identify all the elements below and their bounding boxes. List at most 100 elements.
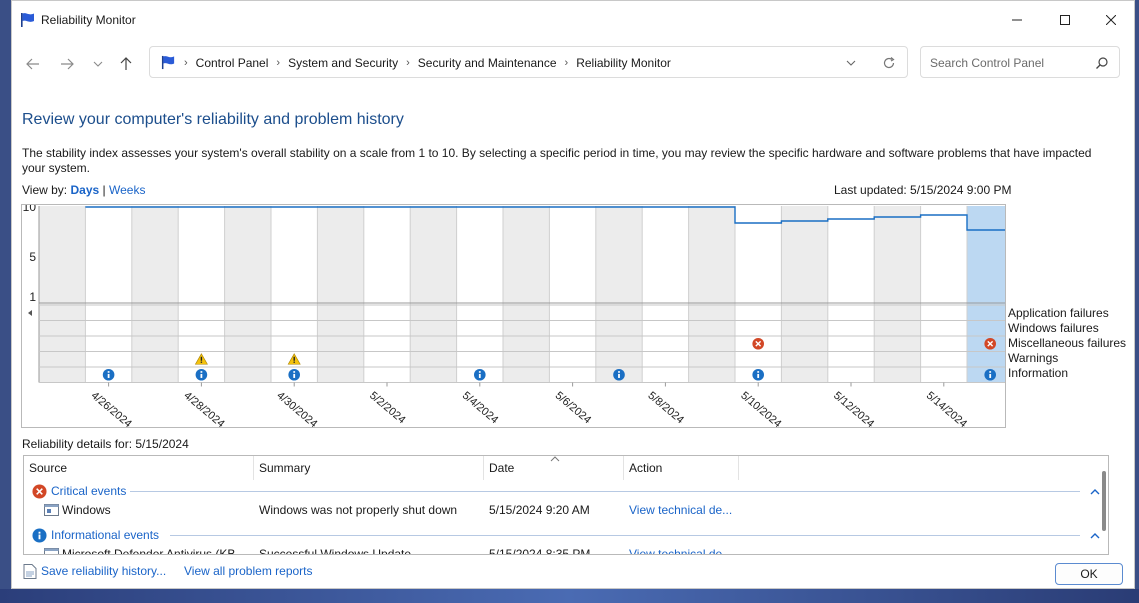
x-tick-label: 5/8/2024: [645, 390, 686, 427]
chevron-right-icon: ›: [276, 57, 281, 69]
view-technical-details-link[interactable]: View technical de...: [629, 547, 732, 554]
maximize-icon: [1060, 15, 1070, 25]
chart-column-4-29-2024: [224, 206, 271, 383]
warning-icon-dot: [293, 361, 295, 363]
reliability-chart[interactable]: 10 5 1 4/26/2024 4/28/2024 4/30/2024 5/2/2024 5…: [21, 200, 1026, 430]
back-button[interactable]: [22, 53, 44, 75]
sort-ascending-icon: [550, 456, 560, 462]
chart-column-5-6-2024: [549, 206, 596, 383]
page-title: Review your computer's reliability and p…: [22, 111, 404, 128]
address-dropdown-icon[interactable]: [846, 59, 856, 67]
breadcrumb-control-panel[interactable]: Control Panel: [196, 56, 269, 70]
view-weeks-link[interactable]: Weeks: [109, 183, 145, 197]
forward-button[interactable]: [56, 53, 78, 75]
legend-information: Information: [1008, 366, 1069, 380]
group-title-critical: Critical events: [51, 484, 127, 498]
chart-column-5-3-2024: [410, 206, 457, 383]
chart-column-5-4-2024: [456, 206, 503, 383]
close-button[interactable]: [1088, 1, 1134, 39]
view-all-problem-reports-link[interactable]: View all problem reports: [184, 564, 313, 578]
breadcrumb-system-and-security[interactable]: System and Security: [288, 56, 398, 70]
view-separator: |: [102, 183, 106, 197]
search-box[interactable]: Search Control Panel: [920, 46, 1120, 78]
refresh-icon[interactable]: [882, 56, 896, 70]
breadcrumb-reliability-monitor[interactable]: Reliability Monitor: [576, 56, 671, 70]
page-description: The stability index assesses your system…: [22, 146, 1092, 175]
x-tick-label: 5/6/2024: [553, 390, 594, 427]
x-tick-label: 4/26/2024: [89, 390, 134, 427]
desktop-background: [0, 589, 1139, 603]
chart-column-5-8-2024: [642, 206, 689, 383]
group-informational-events[interactable]: Informational events: [32, 526, 159, 544]
warning-icon-dot: [200, 361, 203, 363]
info-icon-dot: [293, 371, 296, 373]
column-action[interactable]: Action: [624, 456, 739, 480]
maximize-button[interactable]: [1042, 1, 1088, 39]
vertical-scrollbar[interactable]: [1102, 471, 1106, 531]
chart-column-5-7-2024: [595, 206, 643, 383]
info-icon-dot: [478, 371, 481, 373]
chart-column-5-14-2024: [920, 206, 967, 383]
navigation-bar: › Control Panel › System and Security › …: [12, 39, 1134, 89]
warning-icon-mark: [200, 356, 203, 361]
warning-icon-mark: [293, 356, 295, 361]
minimize-button[interactable]: [994, 1, 1040, 39]
view-days-link[interactable]: Days: [70, 183, 99, 197]
legend-windows-failures: Windows failures: [1008, 321, 1099, 335]
recent-locations-button[interactable]: [87, 53, 109, 75]
close-icon: [1106, 15, 1116, 25]
up-button[interactable]: [115, 53, 137, 75]
reliability-monitor-window: Reliability Monitor › Control Panel › Sy…: [11, 0, 1135, 589]
up-arrow-icon: [120, 57, 132, 70]
table-row[interactable]: Windows Windows was not properly shut do…: [24, 500, 1104, 520]
chart-column-4-26-2024: [85, 206, 132, 383]
info-icon-dot: [200, 371, 203, 373]
x-tick-label: 5/4/2024: [460, 390, 501, 427]
chart-column-5-11-2024: [781, 206, 828, 383]
forward-arrow-icon: [61, 58, 74, 70]
search-icon[interactable]: [1095, 56, 1109, 70]
minimize-icon: [1012, 19, 1022, 21]
chevron-right-icon: ›: [564, 57, 569, 69]
last-updated: Last updated: 5/15/2024 9:00 PM: [834, 183, 1012, 197]
ok-button[interactable]: OK: [1055, 563, 1123, 585]
group-critical-events[interactable]: Critical events: [32, 482, 126, 500]
table-row[interactable]: Microsoft Defender Antivirus (KB... Succ…: [24, 544, 1104, 555]
content-area: Review your computer's reliability and p…: [12, 89, 1134, 555]
collapse-icon[interactable]: [1090, 488, 1100, 495]
stability-chart-svg: 10 5 1 4/26/2024 4/28/2024 4/30/2024 5/2/2024 5…: [23, 200, 1026, 430]
details-table: Source Summary Date Action Critical even…: [23, 455, 1109, 555]
legend-miscellaneous-failures: Miscellaneous failures: [1008, 336, 1127, 350]
row-source: Windows: [62, 503, 111, 517]
column-source[interactable]: Source: [24, 456, 254, 480]
x-tick-label: 5/12/2024: [831, 390, 876, 427]
info-icon-stem: [200, 373, 203, 378]
collapse-icon[interactable]: [1090, 532, 1100, 539]
group-title-informational: Informational events: [51, 528, 160, 542]
info-icon-dot: [618, 371, 620, 373]
info-icon-dot: [989, 371, 992, 373]
legend-warnings: Warnings: [1008, 351, 1059, 365]
row-source: Microsoft Defender Antivirus (KB...: [62, 547, 246, 555]
flag-icon: [161, 55, 175, 70]
view-technical-details-link[interactable]: View technical de...: [629, 503, 732, 517]
info-icon-stem: [478, 373, 481, 378]
x-tick-label: 5/14/2024: [924, 390, 969, 427]
y-tick-label: 10: [23, 205, 37, 214]
save-reliability-history-link[interactable]: Save reliability history...: [41, 564, 166, 578]
title-bar: Reliability Monitor: [12, 1, 1134, 39]
chevron-right-icon: ›: [184, 57, 188, 69]
flag-icon: [21, 13, 34, 27]
address-bar[interactable]: › Control Panel › System and Security › …: [149, 46, 908, 78]
info-icon-stem: [989, 373, 992, 378]
column-summary[interactable]: Summary: [254, 456, 484, 480]
breadcrumb-security-and-maintenance[interactable]: Security and Maintenance: [418, 56, 557, 70]
chart-column-5-10-2024: [735, 206, 782, 383]
y-tick-label: 5: [29, 250, 36, 264]
chart-column-5-13-2024: [874, 206, 921, 383]
chart-column-5-9-2024: [688, 206, 735, 383]
info-icon-dot: [107, 371, 110, 373]
row-summary: Windows was not properly shut down: [259, 503, 458, 517]
info-icon-stem: [107, 373, 110, 378]
info-icon-dot: [757, 371, 760, 373]
